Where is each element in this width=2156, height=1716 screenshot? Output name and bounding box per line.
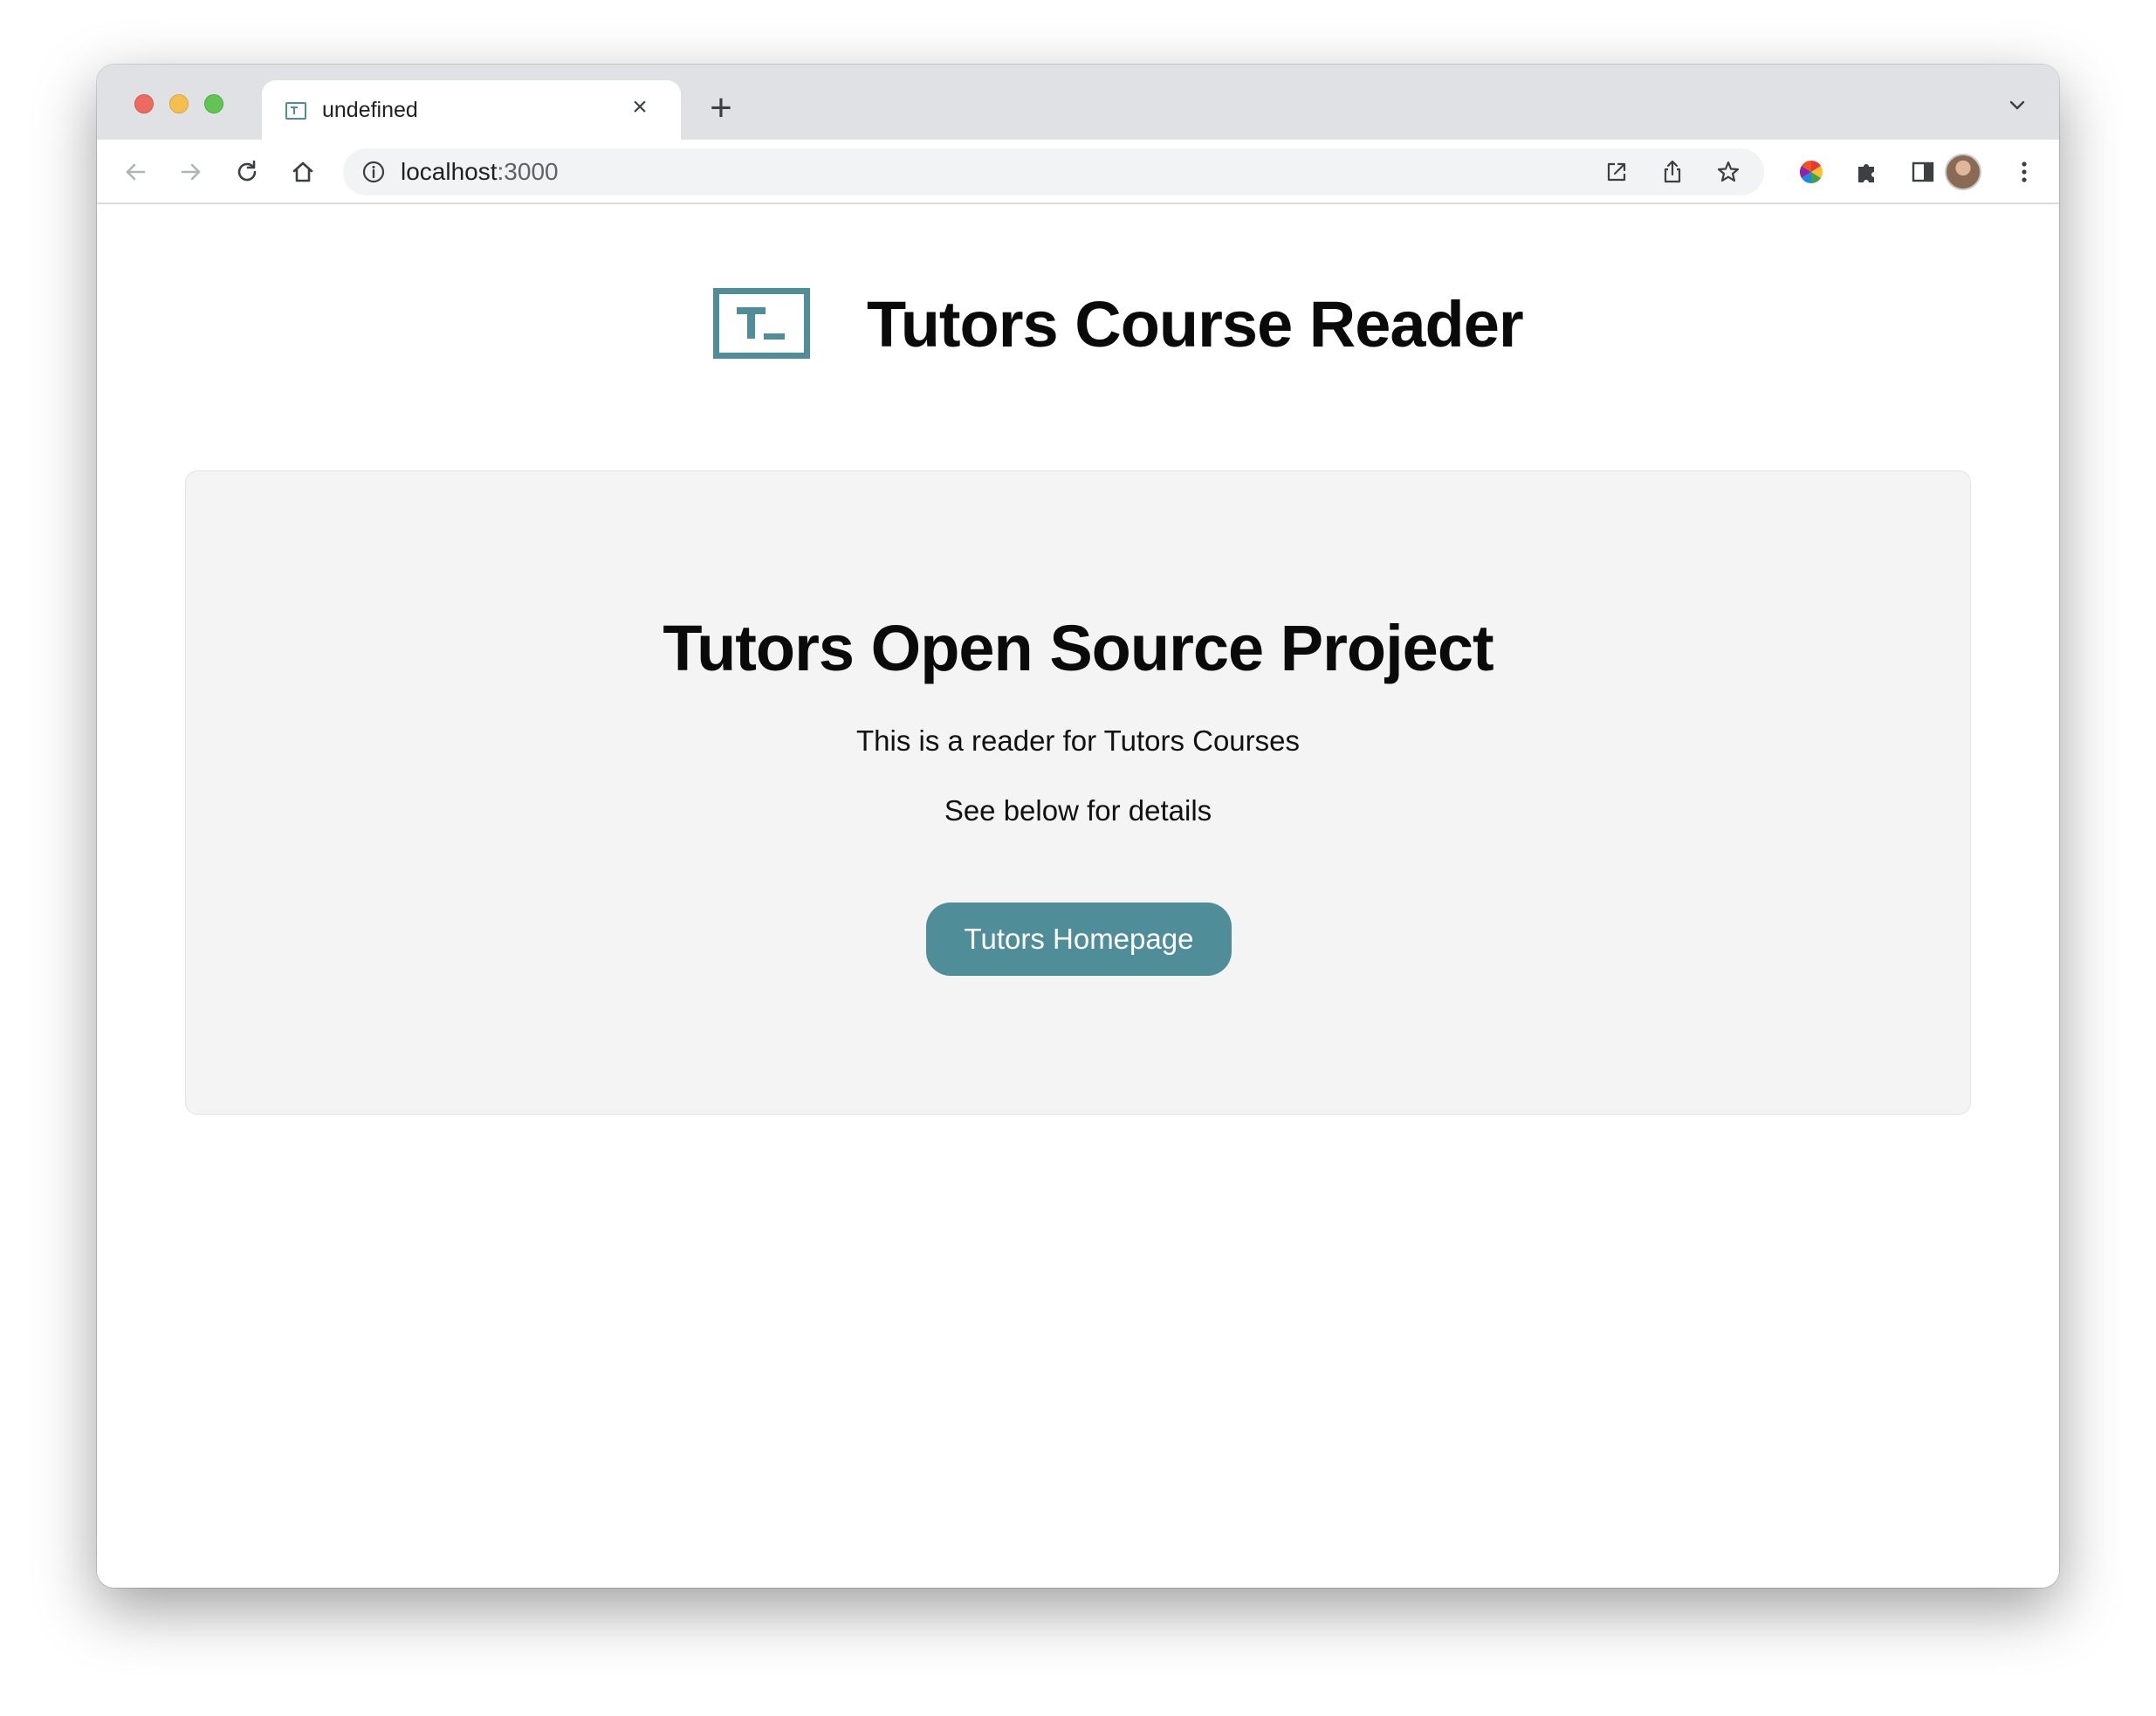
tutors-logo-icon <box>713 288 810 359</box>
browser-window: undefined × + localhost:3000 Tutors Cour… <box>97 65 2059 1588</box>
window-close-button[interactable] <box>134 94 154 113</box>
card-description: This is a reader for Tutors Courses <box>855 724 1301 757</box>
reload-icon[interactable] <box>231 156 263 188</box>
site-info-icon[interactable] <box>362 161 385 183</box>
card-subtext: See below for details <box>944 794 1212 827</box>
tutors-homepage-button[interactable]: Tutors Homepage <box>926 903 1232 976</box>
profile-avatar[interactable] <box>1945 154 1981 190</box>
tutors-favicon-icon <box>285 102 306 120</box>
extensions-puzzle-icon[interactable] <box>1851 156 1883 188</box>
home-icon[interactable] <box>287 156 319 188</box>
window-minimize-button[interactable] <box>169 94 189 113</box>
browser-toolbar: localhost:3000 <box>97 140 2059 204</box>
tab-close-icon[interactable]: × <box>627 94 653 120</box>
page-content: Tutors Course Reader Tutors Open Source … <box>97 204 2059 1588</box>
url-port: :3000 <box>497 158 559 185</box>
side-panel-icon[interactable] <box>1907 156 1939 188</box>
bookmark-star-icon[interactable] <box>1715 159 1741 185</box>
tab-search-chevron-icon[interactable] <box>2007 94 2028 115</box>
more-menu-icon[interactable] <box>2008 156 2040 188</box>
hero-card: Tutors Open Source Project This is a rea… <box>185 470 1971 1115</box>
forward-arrow-icon[interactable] <box>175 156 207 188</box>
color-extension-icon[interactable] <box>1796 156 1827 188</box>
open-external-icon[interactable] <box>1603 159 1630 185</box>
active-tab[interactable]: undefined × <box>262 80 681 141</box>
card-title: Tutors Open Source Project <box>663 612 1493 684</box>
new-tab-button[interactable]: + <box>704 89 738 127</box>
url-host: localhost <box>401 158 498 185</box>
back-arrow-icon[interactable] <box>120 156 151 188</box>
app-title: Tutors Course Reader <box>867 288 1524 360</box>
tab-strip: undefined × + <box>97 65 2059 141</box>
window-maximize-button[interactable] <box>204 94 223 113</box>
share-icon[interactable] <box>1659 159 1686 185</box>
address-bar[interactable]: localhost:3000 <box>343 148 1764 196</box>
url-text[interactable]: localhost:3000 <box>401 158 559 186</box>
tab-title: undefined <box>322 98 418 122</box>
